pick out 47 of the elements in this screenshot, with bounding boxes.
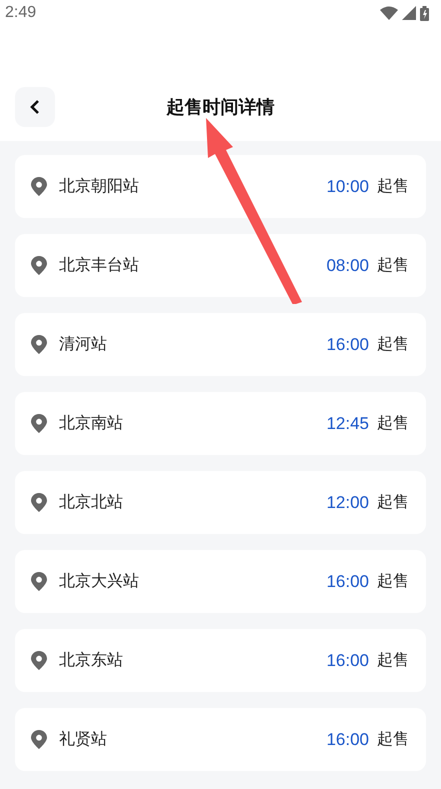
sale-label: 起售 [377,729,409,750]
location-pin-icon [31,572,47,591]
station-card[interactable]: 北京大兴站 16:00 起售 [15,550,426,613]
signal-icon [402,6,416,20]
status-time: 2:49 [5,4,36,22]
station-name: 北京北站 [59,492,124,513]
sale-label: 起售 [377,334,409,355]
sale-label: 起售 [377,176,409,197]
sale-time: 10:00 [326,176,369,196]
station-name: 北京朝阳站 [59,176,140,197]
sale-label: 起售 [377,650,409,671]
station-name: 清河站 [59,334,108,355]
station-card[interactable]: 北京南站 12:45 起售 [15,392,426,455]
back-icon [30,100,40,114]
wifi-icon [380,6,398,20]
location-pin-icon [31,493,47,512]
back-button[interactable] [15,87,55,127]
sale-time: 08:00 [326,256,369,276]
station-name: 北京大兴站 [59,571,140,592]
page-title: 起售时间详情 [166,96,274,119]
sale-time: 16:00 [326,572,369,592]
sale-time: 16:00 [326,334,369,354]
station-card[interactable]: 北京朝阳站 10:00 起售 [15,155,426,218]
location-pin-icon [31,730,47,749]
station-name: 北京南站 [59,413,124,434]
station-card[interactable]: 清河站 16:00 起售 [15,313,426,376]
battery-icon [420,6,429,20]
location-pin-icon [31,414,47,433]
sale-time: 12:45 [326,414,369,434]
station-card[interactable]: 北京北站 12:00 起售 [15,471,426,534]
sale-label: 起售 [377,413,409,434]
station-card[interactable]: 礼贤站 16:00 起售 [15,708,426,771]
sale-label: 起售 [377,492,409,513]
station-card[interactable]: 北京东站 16:00 起售 [15,629,426,692]
station-name: 北京丰台站 [59,255,140,276]
sale-time: 16:00 [326,730,369,750]
sale-time: 16:00 [326,650,369,670]
location-pin-icon [31,335,47,354]
station-name: 北京东站 [59,650,124,671]
location-pin-icon [31,256,47,275]
station-card[interactable]: 北京丰台站 08:00 起售 [15,234,426,297]
location-pin-icon [31,177,47,196]
location-pin-icon [31,651,47,670]
sale-label: 起售 [377,255,409,276]
station-name: 礼贤站 [59,729,108,750]
sale-label: 起售 [377,571,409,592]
sale-time: 12:00 [326,492,369,512]
